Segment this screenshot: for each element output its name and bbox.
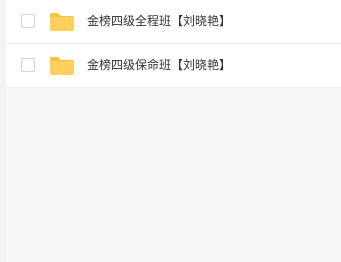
file-name[interactable]: 金榜四级全程班【刘晓艳】 bbox=[87, 13, 231, 29]
file-row[interactable]: 金榜四级全程班【刘晓艳】 bbox=[6, 0, 341, 44]
file-name[interactable]: 金榜四级保命班【刘晓艳】 bbox=[87, 57, 231, 73]
row-checkbox[interactable] bbox=[21, 58, 35, 72]
folder-icon bbox=[50, 57, 74, 75]
folder-icon bbox=[50, 13, 74, 31]
row-checkbox[interactable] bbox=[21, 14, 35, 28]
file-list: 金榜四级全程班【刘晓艳】 金榜四级保命班【刘晓艳】 bbox=[6, 0, 341, 88]
file-row[interactable]: 金榜四级保命班【刘晓艳】 bbox=[6, 44, 341, 88]
